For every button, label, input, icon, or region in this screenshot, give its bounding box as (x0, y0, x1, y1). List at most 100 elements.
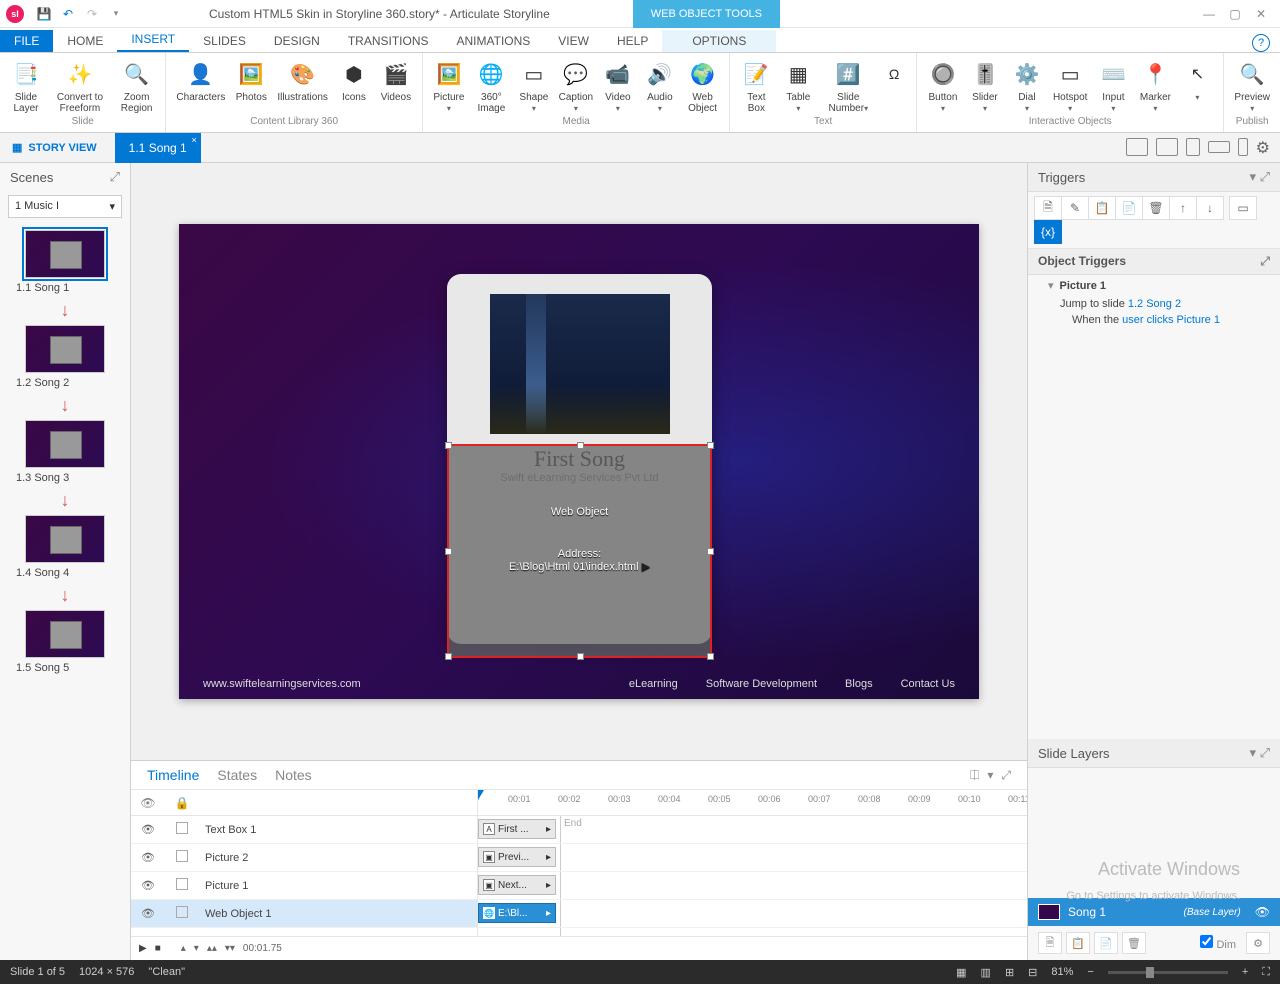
button-button[interactable]: 🔘Button▾ (923, 56, 963, 116)
tab-options[interactable]: OPTIONS (662, 30, 776, 52)
scene-thumb[interactable] (25, 610, 105, 658)
fit-icon[interactable]: ⛶ (1262, 966, 1270, 979)
resize-handle-nw[interactable] (445, 442, 452, 449)
timeline-tracks[interactable]: 00:0100:0200:0300:0400:0500:0600:0700:08… (478, 790, 1027, 936)
picture-button[interactable]: 🖼️Picture▾ (429, 56, 469, 116)
move-up-button[interactable]: ↑ (1169, 196, 1197, 220)
scene-thumb[interactable] (25, 325, 105, 373)
scene-selector[interactable]: 1 Music I▾ (8, 195, 122, 218)
video-button[interactable]: 📹Video▾ (598, 56, 638, 116)
resize-handle-se[interactable] (707, 653, 714, 660)
maximize-icon[interactable]: ▢ (1222, 4, 1248, 24)
device-desktop-icon[interactable] (1126, 138, 1148, 156)
convert-freeform-button[interactable]: ✨Convert to Freeform (48, 56, 112, 116)
playhead[interactable] (478, 790, 484, 800)
zoom-slider[interactable] (1108, 971, 1228, 974)
shape-button[interactable]: ▭Shape▾ (514, 56, 554, 116)
device-tablet-landscape-icon[interactable] (1156, 138, 1178, 156)
resize-handle-s[interactable] (577, 653, 584, 660)
scene-thumb[interactable] (25, 420, 105, 468)
timeline-track[interactable]: ▣Previ...▸ (478, 844, 1027, 872)
zoom-out-icon[interactable]: − (1087, 966, 1093, 978)
lock-toggle[interactable] (165, 906, 199, 921)
save-icon[interactable]: 💾 (34, 4, 54, 24)
symbol-button[interactable]: Ω (878, 56, 910, 92)
device-tablet-portrait-icon[interactable] (1186, 138, 1200, 156)
base-layer-row[interactable]: Song 1 (Base Layer) 👁 (1028, 898, 1280, 926)
zoom-in-tl-icon[interactable]: ▾▾ (225, 943, 235, 954)
lock-toggle[interactable] (165, 822, 199, 837)
timeline-row[interactable]: 👁Web Object 1 (131, 900, 477, 928)
undo-icon[interactable]: ↶ (58, 4, 78, 24)
mouse-cursor-button[interactable]: ↖▾ (1177, 56, 1217, 105)
restore-icon[interactable]: ⤢ (110, 169, 120, 185)
layer-up-button[interactable]: 🗑 (1122, 932, 1146, 954)
marker-button[interactable]: 📍Marker▾ (1135, 56, 1175, 116)
icons-button[interactable]: ⬢Icons (334, 56, 374, 105)
zoom-out-tl-icon[interactable]: ▴▴ (207, 943, 217, 954)
restore-icon[interactable]: ⤢ (1001, 768, 1011, 783)
footer-link[interactable]: Contact Us (901, 678, 955, 690)
paste-trigger-button[interactable]: 📄 (1115, 196, 1143, 220)
preview-button[interactable]: 🔍Preview▾ (1230, 56, 1274, 116)
slide-tab[interactable]: 1.1 Song 1× (115, 133, 201, 163)
eye-toggle[interactable]: 👁 (131, 851, 165, 864)
collapse-down-icon[interactable]: ▾ (194, 943, 199, 954)
lock-toggle[interactable] (165, 850, 199, 865)
scene-thumb[interactable] (25, 230, 105, 278)
edit-trigger-button[interactable]: ✎ (1061, 196, 1089, 220)
textbox-button[interactable]: 📝Text Box (736, 56, 776, 116)
timeline-clip[interactable]: ▣Next...▸ (478, 875, 556, 895)
audio-button[interactable]: 🔊Audio▾ (640, 56, 680, 116)
timeline-ruler[interactable]: 00:0100:0200:0300:0400:0500:0600:0700:08… (478, 790, 1027, 816)
gear-icon[interactable]: ⚙ (1256, 138, 1270, 158)
resize-handle-e[interactable] (707, 548, 714, 555)
close-icon[interactable]: ✕ (1248, 4, 1274, 24)
tab-insert[interactable]: INSERT (117, 28, 189, 52)
characters-button[interactable]: 👤Characters (172, 56, 229, 105)
footer-link[interactable]: eLearning (629, 678, 678, 690)
close-tab-icon[interactable]: × (191, 135, 196, 145)
eye-toggle[interactable]: 👁 (131, 879, 165, 892)
layer-settings-button[interactable]: ⚙ (1246, 932, 1270, 954)
stop-button[interactable]: ■ (155, 943, 161, 954)
tab-design[interactable]: DESIGN (260, 30, 334, 52)
zoom-in-icon[interactable]: + (1242, 966, 1248, 978)
timeline-row[interactable]: 👁Text Box 1 (131, 816, 477, 844)
resize-handle-sw[interactable] (445, 653, 452, 660)
grid-icon[interactable]: ▦ (956, 966, 966, 979)
videos-button[interactable]: 🎬Videos (376, 56, 416, 105)
device-phone-landscape-icon[interactable] (1208, 141, 1230, 153)
dim-checkbox[interactable] (1200, 935, 1213, 948)
tab-home[interactable]: HOME (53, 30, 117, 52)
tab-help[interactable]: HELP (603, 30, 662, 52)
new-layer-button[interactable]: 🗎 (1038, 932, 1062, 954)
guides-icon[interactable]: ▥ (981, 966, 991, 979)
tab-view[interactable]: VIEW (544, 30, 603, 52)
web-object-button[interactable]: 🌍Web Object (682, 56, 723, 116)
copy-trigger-button[interactable]: 📋 (1088, 196, 1116, 220)
canvas-area[interactable]: First Song Swift eLearning Services Pvt … (131, 163, 1027, 760)
tab-slides[interactable]: SLIDES (189, 30, 260, 52)
story-view-button[interactable]: ▦STORY VIEW (0, 133, 109, 163)
play-button[interactable]: ▶ (139, 943, 147, 954)
device-phone-portrait-icon[interactable] (1238, 138, 1248, 156)
move-down-button[interactable]: ↓ (1196, 196, 1224, 220)
trigger-item[interactable]: ▾Picture 1 (1028, 275, 1280, 296)
tab-states[interactable]: States (217, 767, 257, 783)
eye-toggle[interactable]: 👁 (131, 823, 165, 836)
footer-link[interactable]: Software Development (706, 678, 817, 690)
eye-column-icon[interactable]: 👁 (131, 796, 165, 810)
hotspot-button[interactable]: ▭Hotspot▾ (1049, 56, 1091, 116)
restore-icon[interactable]: ⤢ (1260, 169, 1270, 184)
zoom-region-button[interactable]: 🔍Zoom Region (114, 56, 160, 116)
zoom-thumb[interactable] (1146, 967, 1154, 978)
footer-link[interactable]: Blogs (845, 678, 873, 690)
manage-variables-button[interactable]: {x} (1034, 220, 1062, 244)
slider-button[interactable]: 🎚️Slider▾ (965, 56, 1005, 116)
restore-icon[interactable]: ⤢ (1260, 745, 1270, 760)
illustrations-button[interactable]: 🎨Illustrations (273, 56, 332, 105)
trigger-action[interactable]: Jump to slide 1.2 Song 2 (1028, 296, 1280, 312)
delete-layer-button[interactable]: 📄 (1094, 932, 1118, 954)
delete-trigger-button[interactable]: 🗑 (1142, 196, 1170, 220)
